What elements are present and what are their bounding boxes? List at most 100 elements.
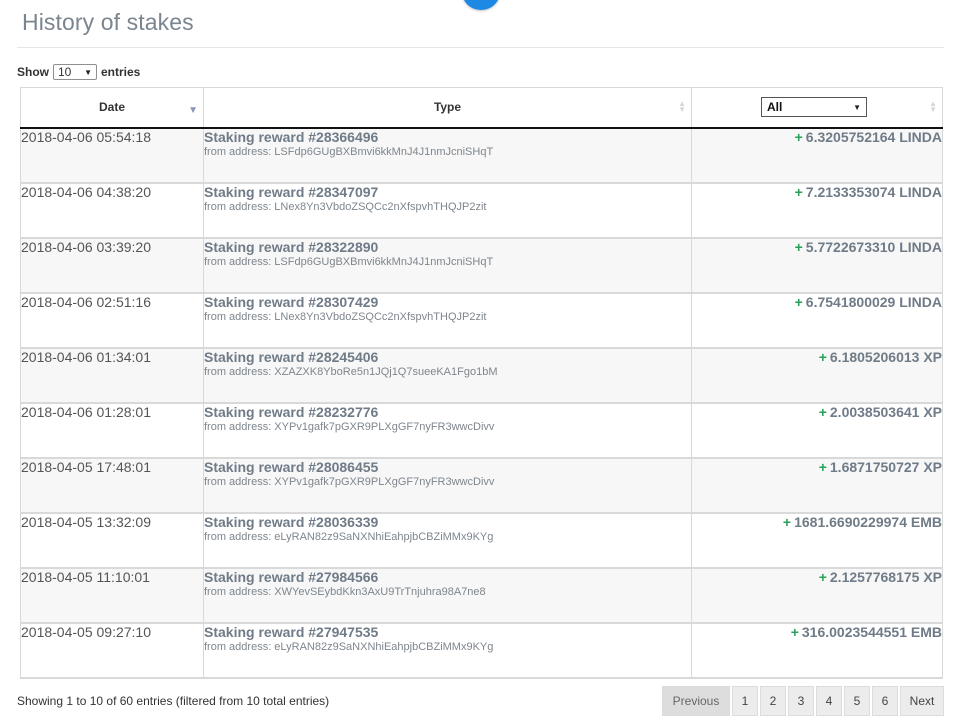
column-header-date-label: Date: [98, 100, 125, 115]
plus-sign-icon: +: [818, 458, 827, 475]
type-cell: Staking reward #28036339 from address: eL…: [203, 512, 692, 569]
page-button-3[interactable]: 3: [788, 686, 814, 716]
reward-from-address: from address: XYPv1gafk7pGXR9PLXgGF7nyFR…: [204, 475, 495, 488]
plus-sign-icon: +: [794, 293, 803, 310]
reward-from-address: from address: LNex8Yn3VbdoZSQCc2nXfspvhT…: [204, 310, 487, 323]
reward-title: Staking reward #28245406: [204, 348, 379, 365]
column-header-type[interactable]: Type ▲ ▼: [203, 87, 692, 129]
plus-sign-icon: +: [794, 238, 803, 255]
amount-cell: +1.6871750727 XP: [691, 457, 943, 514]
type-cell: Staking reward #28366496 from address: LS…: [203, 127, 692, 184]
reward-from-address: from address: eLyRAN82z9SaNXNhiEahpjbCBZ…: [204, 640, 494, 653]
date-cell: 2018-04-06 05:54:18: [20, 127, 204, 184]
amount-value: 2.1257768175 XP: [829, 568, 942, 585]
page-button-2[interactable]: 2: [760, 686, 786, 716]
currency-filter-value: All: [767, 100, 783, 115]
date-cell: 2018-04-06 02:51:16: [20, 292, 204, 349]
plus-sign-icon: +: [818, 403, 827, 420]
amount-cell: +2.0038503641 XP: [691, 402, 943, 459]
column-header-date[interactable]: Date ▼: [20, 87, 204, 129]
column-header-type-label: Type: [433, 100, 462, 115]
entries-length-control: Show 10 ▼ entries: [17, 64, 140, 80]
amount-cell: +6.1805206013 XP: [691, 347, 943, 404]
reward-title: Staking reward #28322890: [204, 238, 379, 255]
amount-value: 7.2133353074 LINDA: [805, 183, 942, 200]
amount-cell: +6.7541800029 LINDA: [691, 292, 943, 349]
reward-title: Staking reward #27947535: [204, 623, 379, 640]
currency-filter-select[interactable]: All ▼: [761, 97, 867, 118]
table-row: 2018-04-05 17:48:01 Staking reward #28086…: [20, 457, 943, 514]
sort-both-icon: ▲ ▼: [678, 99, 686, 115]
next-page-button[interactable]: Next: [900, 686, 944, 716]
reward-from-address: from address: XWYevSEybdKkn3AxU9TrTnjuhr…: [204, 585, 486, 598]
table-header-row: Date ▼ Type ▲ ▼ All ▼ ▲ ▼: [20, 87, 943, 129]
date-cell: 2018-04-05 13:32:09: [20, 512, 204, 569]
date-cell: 2018-04-06 01:28:01: [20, 402, 204, 459]
plus-sign-icon: +: [782, 513, 792, 530]
table-row: 2018-04-06 04:38:20 Staking reward #28347…: [20, 182, 943, 239]
plus-sign-icon: +: [794, 183, 803, 200]
reward-from-address: from address: XYPv1gafk7pGXR9PLXgGF7nyFR…: [204, 420, 495, 433]
table-row: 2018-04-05 11:10:01 Staking reward #27984…: [20, 567, 943, 624]
amount-value: 2.0038503641 XP: [829, 403, 942, 420]
amount-value: 6.7541800029 LINDA: [805, 293, 942, 310]
table-row: 2018-04-06 02:51:16 Staking reward #28307…: [20, 292, 943, 349]
previous-page-button[interactable]: Previous: [662, 686, 730, 716]
reward-title: Staking reward #27984566: [204, 568, 379, 585]
type-cell: Staking reward #27984566 from address: XW…: [203, 567, 692, 624]
amount-value: 1.6871750727 XP: [829, 458, 942, 475]
chevron-down-icon: ▼: [84, 67, 92, 77]
sort-descending-icon: ▼: [188, 105, 198, 116]
reward-from-address: from address: XZAZXK8YboRe5n1JQj1Q7sueeK…: [204, 365, 498, 378]
reward-from-address: from address: LNex8Yn3VbdoZSQCc2nXfspvhT…: [204, 200, 487, 213]
type-cell: Staking reward #28347097 from address: LN…: [203, 182, 692, 239]
table-row: 2018-04-06 01:34:01 Staking reward #28245…: [20, 347, 943, 404]
table-row: 2018-04-06 01:28:01 Staking reward #28232…: [20, 402, 943, 459]
type-cell: Staking reward #27947535 from address: eL…: [203, 622, 692, 679]
amount-value: 5.7722673310 LINDA: [805, 238, 942, 255]
plus-sign-icon: +: [790, 623, 799, 640]
page-button-4[interactable]: 4: [816, 686, 842, 716]
column-header-amount[interactable]: All ▼ ▲ ▼: [691, 87, 943, 129]
amount-cell: +6.3205752164 LINDA: [691, 127, 943, 184]
amount-value: 316.0023544551 EMB: [801, 623, 942, 640]
page-button-6[interactable]: 6: [872, 686, 898, 716]
entries-length-select[interactable]: 10 ▼: [53, 64, 97, 80]
type-cell: Staking reward #28322890 from address: LS…: [203, 237, 692, 294]
date-cell: 2018-04-05 09:27:10: [20, 622, 204, 679]
top-avatar-circle[interactable]: [462, 0, 500, 10]
date-cell: 2018-04-06 03:39:20: [20, 237, 204, 294]
reward-title: Staking reward #28232776: [204, 403, 379, 420]
amount-cell: +7.2133353074 LINDA: [691, 182, 943, 239]
amount-cell: +2.1257768175 XP: [691, 567, 943, 624]
table-row: 2018-04-05 13:32:09 Staking reward #28036…: [20, 512, 943, 569]
entries-label: entries: [101, 65, 141, 79]
reward-title: Staking reward #28086455: [204, 458, 379, 475]
type-cell: Staking reward #28086455 from address: XY…: [203, 457, 692, 514]
date-cell: 2018-04-05 11:10:01: [20, 567, 204, 624]
plus-sign-icon: +: [818, 348, 827, 365]
date-cell: 2018-04-05 17:48:01: [20, 457, 204, 514]
date-cell: 2018-04-06 04:38:20: [20, 182, 204, 239]
plus-sign-icon: +: [818, 568, 827, 585]
date-cell: 2018-04-06 01:34:01: [20, 347, 204, 404]
reward-from-address: from address: LSFdp6GUgBXBmvi6kkMnJ4J1nm…: [204, 145, 494, 158]
stakes-table: Date ▼ Type ▲ ▼ All ▼ ▲ ▼ 2018-04-06 05:54…: [20, 87, 943, 679]
reward-from-address: from address: LSFdp6GUgBXBmvi6kkMnJ4J1nm…: [204, 255, 494, 268]
title-divider: [17, 47, 944, 48]
entries-length-value: 10: [58, 65, 72, 79]
amount-cell: +1681.6690229974 EMB: [691, 512, 943, 569]
amount-value: 6.3205752164 LINDA: [805, 128, 942, 145]
table-row: 2018-04-06 05:54:18 Staking reward #28366…: [20, 127, 943, 184]
table-info: Showing 1 to 10 of 60 entries (filtered …: [17, 694, 330, 708]
show-label: Show: [17, 65, 49, 79]
page-button-1[interactable]: 1: [732, 686, 758, 716]
type-cell: Staking reward #28232776 from address: XY…: [203, 402, 692, 459]
reward-from-address: from address: eLyRAN82z9SaNXNhiEahpjbCBZ…: [204, 530, 494, 543]
table-row: 2018-04-06 03:39:20 Staking reward #28322…: [20, 237, 943, 294]
page-button-5[interactable]: 5: [844, 686, 870, 716]
amount-value: 6.1805206013 XP: [829, 348, 942, 365]
plus-sign-icon: +: [794, 128, 803, 145]
reward-title: Staking reward #28036339: [204, 513, 379, 530]
sort-both-icon: ▲ ▼: [929, 99, 937, 115]
